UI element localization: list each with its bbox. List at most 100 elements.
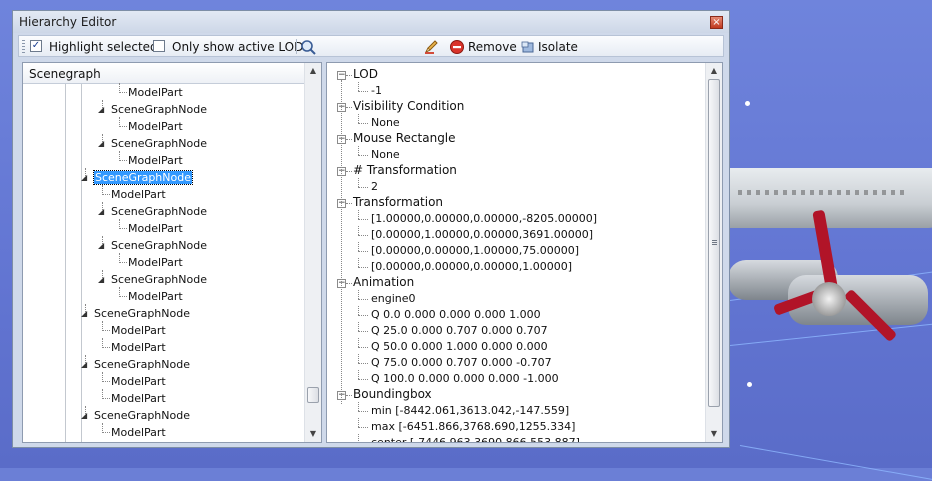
tree-node[interactable]: ModelPart [128, 222, 183, 235]
tree-connector [346, 203, 352, 204]
tree-connector [346, 283, 352, 284]
tree-node[interactable]: SceneGraphNode [111, 137, 207, 150]
pencil-icon[interactable] [423, 39, 439, 55]
title-bar[interactable]: Hierarchy Editor × [13, 11, 729, 33]
remove-button[interactable]: Remove [468, 40, 517, 54]
airplane-model [728, 160, 932, 380]
remove-icon[interactable] [449, 39, 465, 55]
tree-connector [119, 126, 127, 127]
close-button[interactable]: × [710, 16, 723, 29]
tree-connector [346, 171, 352, 172]
scroll-down-arrow[interactable]: ▼ [305, 426, 321, 442]
expand-collapse-toggle[interactable]: ◢ [81, 173, 87, 183]
property-value[interactable]: -1 [371, 84, 382, 97]
property-value[interactable]: Q 75.0 0.000 0.707 0.000 -0.707 [371, 356, 552, 369]
tree-node[interactable]: ModelPart [128, 154, 183, 167]
property-group-label[interactable]: Boundingbox [353, 388, 432, 401]
expand-collapse-toggle[interactable]: ◢ [98, 207, 104, 217]
scroll-down-arrow[interactable]: ▼ [706, 426, 722, 442]
tree-node[interactable]: ModelPart [128, 120, 183, 133]
property-value[interactable]: Q 50.0 0.000 1.000 0.000 0.000 [371, 340, 548, 353]
property-group-label[interactable]: Animation [353, 276, 414, 289]
isolate-button[interactable]: Isolate [538, 40, 578, 54]
property-value[interactable]: [0.00000,0.00000,0.00000,1.00000] [371, 260, 572, 273]
tree-node[interactable]: SceneGraphNode [111, 239, 207, 252]
tree-node-selected[interactable]: SceneGraphNode [93, 170, 193, 185]
expand-collapse-toggle[interactable]: ◢ [98, 241, 104, 251]
tree-connector [358, 347, 368, 348]
isolate-icon[interactable] [520, 39, 536, 55]
tree-node[interactable]: ModelPart [111, 324, 166, 337]
property-group-label[interactable]: Transformation [353, 196, 443, 209]
tree-connector [102, 398, 110, 399]
tree-guide-line [81, 84, 82, 442]
tree-node[interactable]: ModelPart [111, 426, 166, 439]
fuselage [728, 168, 932, 228]
tree-node[interactable]: SceneGraphNode [94, 307, 190, 320]
tree-node[interactable]: ModelPart [128, 290, 183, 303]
tree-node[interactable]: ModelPart [128, 256, 183, 269]
expand-collapse-toggle[interactable]: ◢ [81, 411, 87, 421]
tree-scrollbar[interactable]: ▲ ▼ [304, 63, 321, 442]
scroll-up-arrow[interactable]: ▲ [305, 63, 321, 79]
expand-collapse-toggle[interactable]: ◢ [81, 360, 87, 370]
tree-node[interactable]: ModelPart [111, 375, 166, 388]
property-group-toggle[interactable]: − [337, 71, 346, 80]
property-value[interactable]: min [-8442.061,3613.042,-147.559] [371, 404, 569, 417]
scenegraph-column-header[interactable]: Scenegraph [23, 63, 304, 84]
tree-connector [346, 139, 352, 140]
tree-connector [358, 427, 368, 428]
toolbar-grip[interactable] [22, 40, 25, 53]
magnifier-icon[interactable] [300, 39, 316, 55]
property-value[interactable]: engine0 [371, 292, 416, 305]
scenegraph-tree[interactable]: Scenegraph ModelPart ◢ SceneGraphNode Model… [22, 62, 322, 443]
highlight-selected-checkbox[interactable]: ✓ [30, 40, 42, 52]
tree-node[interactable]: SceneGraphNode [111, 205, 207, 218]
window-title: Hierarchy Editor [19, 15, 117, 29]
properties-scrollbar[interactable]: ▲ ▼ [705, 63, 722, 442]
property-value[interactable]: center [-7446.963,3690.866,553.887] [371, 436, 580, 442]
tree-connector [119, 262, 127, 263]
expand-collapse-toggle[interactable]: ◢ [98, 139, 104, 149]
property-value[interactable]: Q 100.0 0.000 0.000 0.000 -1.000 [371, 372, 559, 385]
property-group-label[interactable]: # Transformation [353, 164, 457, 177]
tree-node[interactable]: SceneGraphNode [94, 409, 190, 422]
only-active-lod-checkbox[interactable] [153, 40, 165, 52]
expand-collapse-toggle[interactable]: ◢ [81, 309, 87, 319]
tree-node[interactable]: ModelPart [111, 188, 166, 201]
tree-node[interactable]: ModelPart [111, 341, 166, 354]
property-value[interactable]: [0.00000,1.00000,0.00000,3691.00000] [371, 228, 593, 241]
expand-collapse-toggle[interactable]: ◢ [98, 275, 104, 285]
property-value[interactable]: 2 [371, 180, 378, 193]
scrollbar-thumb[interactable] [708, 79, 720, 407]
scroll-up-arrow[interactable]: ▲ [706, 63, 722, 79]
property-group-label[interactable]: Visibility Condition [353, 100, 464, 113]
property-value[interactable]: [1.00000,0.00000,0.00000,-8205.00000] [371, 212, 597, 225]
tree-connector [358, 338, 359, 347]
tree-connector [358, 178, 359, 187]
tree-connector [358, 418, 359, 427]
tree-node[interactable]: SceneGraphNode [94, 358, 190, 371]
property-group-label[interactable]: LOD [353, 68, 378, 81]
tree-connector [119, 151, 120, 161]
tree-connector [358, 434, 359, 442]
tree-connector [358, 322, 359, 331]
property-value[interactable]: max [-6451.866,3768.690,1255.334] [371, 420, 575, 433]
property-value[interactable]: Q 25.0 0.000 0.707 0.000 0.707 [371, 324, 548, 337]
tree-node[interactable]: ModelPart [128, 86, 183, 99]
property-value[interactable]: [0.00000,0.00000,1.00000,75.00000] [371, 244, 579, 257]
property-group-label[interactable]: Mouse Rectangle [353, 132, 456, 145]
expand-collapse-toggle[interactable]: ◢ [98, 105, 104, 115]
properties-tree[interactable]: − LOD -1− Visibility Condition None − Mouse Re… [326, 62, 723, 443]
property-value[interactable]: None [371, 148, 400, 161]
property-value[interactable]: Q 0.0 0.000 0.000 0.000 1.000 [371, 308, 541, 321]
only-active-lod-label[interactable]: Only show active LOD [172, 40, 303, 54]
tree-node[interactable]: SceneGraphNode [111, 103, 207, 116]
tree-node[interactable]: SceneGraphNode [111, 273, 207, 286]
scrollbar-thumb[interactable] [307, 386, 319, 403]
tree-connector [358, 306, 359, 315]
tree-node[interactable]: ModelPart [111, 392, 166, 405]
highlight-selected-label[interactable]: Highlight selected [49, 40, 158, 54]
property-value[interactable]: None [371, 116, 400, 129]
tree-connector [119, 296, 127, 297]
